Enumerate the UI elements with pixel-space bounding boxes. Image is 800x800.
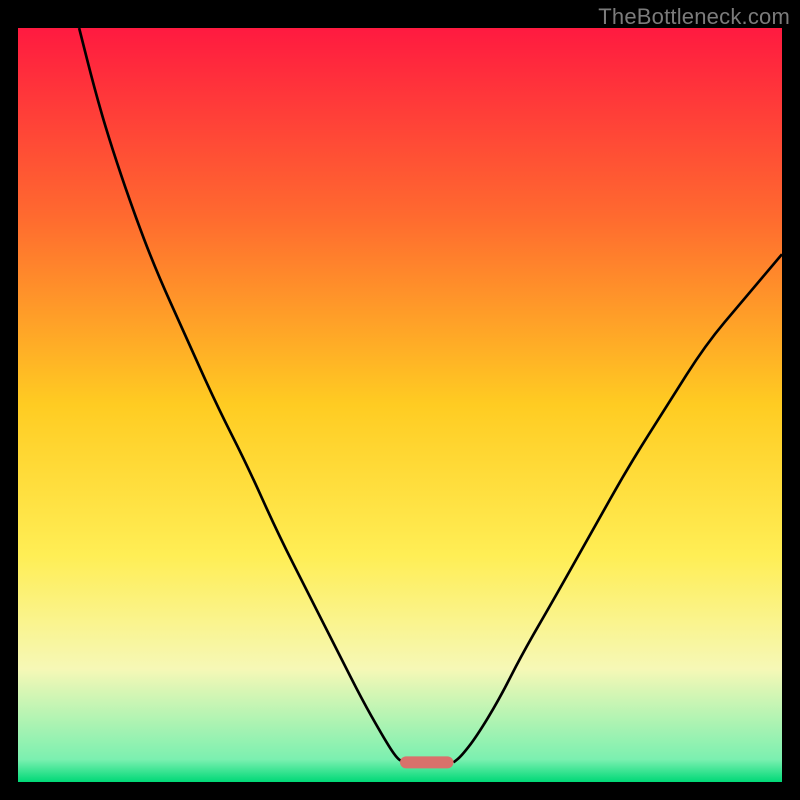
bottleneck-chart (18, 28, 782, 782)
minimum-marker (400, 756, 453, 768)
attribution-text: TheBottleneck.com (598, 4, 790, 30)
chart-frame: TheBottleneck.com (0, 0, 800, 800)
